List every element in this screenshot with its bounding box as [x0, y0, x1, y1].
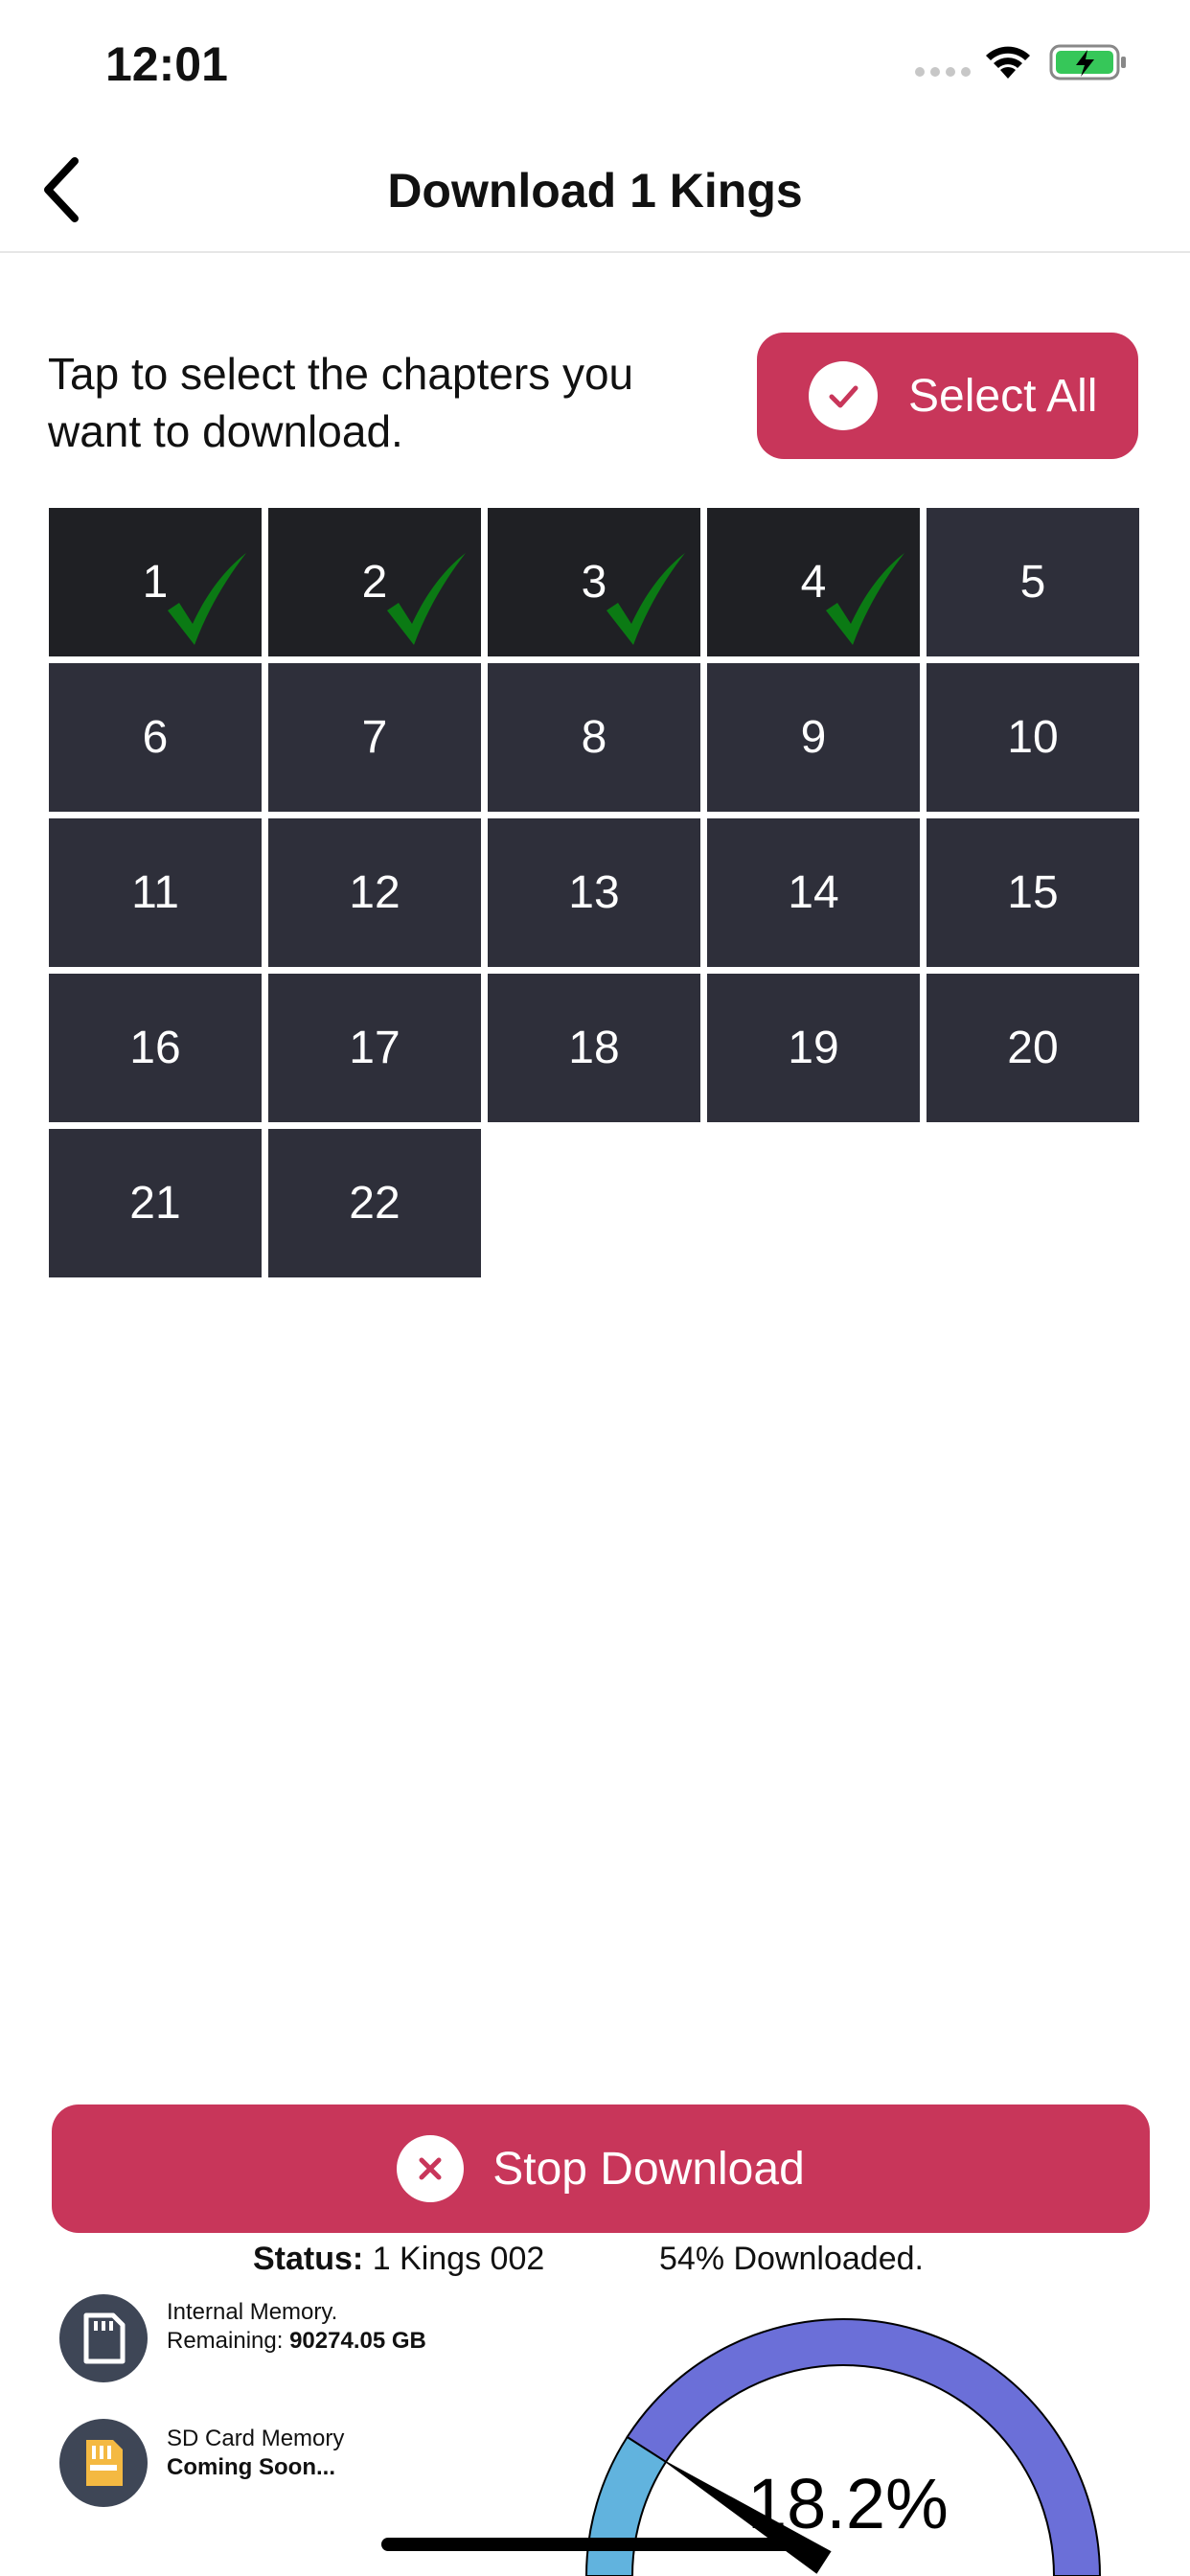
- chapter-cell[interactable]: 8: [488, 663, 700, 812]
- chapter-number: 8: [581, 712, 607, 763]
- home-indicator: [381, 2538, 809, 2551]
- chapter-cell[interactable]: 10: [927, 663, 1139, 812]
- check-circle-icon: [809, 361, 878, 430]
- chapter-cell[interactable]: 16: [49, 974, 262, 1122]
- close-circle-icon: [397, 2135, 465, 2202]
- chapter-number: 17: [349, 1023, 400, 1073]
- sd-card-yellow-icon: [59, 2419, 148, 2507]
- chapter-cell[interactable]: 2: [268, 508, 481, 656]
- gauge-value: 18.2%: [747, 2464, 949, 2543]
- chapter-number: 10: [1007, 712, 1059, 763]
- chapter-cell[interactable]: 18: [488, 974, 700, 1122]
- chapter-cell[interactable]: 12: [268, 818, 481, 967]
- instructions-text: Tap to select the chapters you want to d…: [48, 349, 634, 456]
- chapter-number: 7: [361, 712, 388, 763]
- chapter-number: 1: [142, 557, 169, 608]
- status-bar: 12:01: [0, 0, 1190, 125]
- internal-memory-row: Internal Memory. Remaining: 90274.05 GB: [59, 2294, 426, 2382]
- chapter-number: 11: [131, 867, 179, 918]
- chapter-number: 5: [1019, 557, 1046, 608]
- chapter-number: 22: [349, 1178, 400, 1229]
- chapter-number: 6: [142, 712, 169, 763]
- chapter-number: 3: [581, 557, 607, 608]
- chapter-number: 20: [1007, 1023, 1059, 1073]
- cellular-signal-icon: [915, 67, 971, 77]
- chapter-number: 13: [568, 867, 620, 918]
- chapter-cell[interactable]: 4: [707, 508, 920, 656]
- status-prefix: Status:: [253, 2241, 364, 2277]
- chapter-number: 21: [129, 1178, 181, 1229]
- remaining-value: 90274.05 GB: [289, 2328, 426, 2354]
- select-all-label: Select All: [908, 370, 1098, 422]
- status-time: 12:01: [105, 37, 228, 91]
- internal-memory-label: Internal Memory.: [167, 2299, 338, 2325]
- page-title: Download 1 Kings: [387, 164, 803, 218]
- chapter-cell[interactable]: 13: [488, 818, 700, 967]
- checkmark-icon: [606, 553, 685, 645]
- download-percent: 54% Downloaded.: [659, 2241, 924, 2277]
- sd-card-icon: [59, 2294, 148, 2382]
- chapter-cell[interactable]: 3: [488, 508, 700, 656]
- checkmark-icon: [168, 553, 246, 645]
- chapter-number: 12: [349, 867, 400, 918]
- chapter-cell[interactable]: 9: [707, 663, 920, 812]
- status-value: 1 Kings 002: [372, 2241, 545, 2277]
- stop-download-button[interactable]: Stop Download: [52, 2104, 1150, 2233]
- chapter-cell[interactable]: 17: [268, 974, 481, 1122]
- chapter-cell[interactable]: 1: [49, 508, 262, 656]
- sd-memory-row: SD Card Memory Coming Soon...: [59, 2419, 344, 2507]
- chapter-cell[interactable]: 21: [49, 1129, 262, 1277]
- chapter-cell[interactable]: 6: [49, 663, 262, 812]
- select-all-button[interactable]: Select All: [757, 333, 1138, 459]
- remaining-label: Remaining:: [167, 2328, 284, 2354]
- chapter-number: 2: [361, 557, 388, 608]
- download-status: Status: 1 Kings 002: [253, 2241, 544, 2278]
- chapter-cell[interactable]: 19: [707, 974, 920, 1122]
- battery-charging-icon: [1049, 44, 1126, 80]
- sd-memory-text: SD Card Memory Coming Soon...: [167, 2425, 512, 2482]
- chapter-cell[interactable]: 22: [268, 1129, 481, 1277]
- internal-memory-text: Internal Memory. Remaining: 90274.05 GB: [167, 2298, 512, 2356]
- gauge-arc-low: [584, 2435, 668, 2576]
- chapter-number: 19: [788, 1023, 839, 1073]
- chapter-cell[interactable]: 7: [268, 663, 481, 812]
- sd-memory-label: SD Card Memory: [167, 2426, 345, 2451]
- chapter-cell[interactable]: 14: [707, 818, 920, 967]
- stop-download-label: Stop Download: [492, 2143, 805, 2195]
- chapter-number: 4: [800, 557, 827, 608]
- checkmark-icon: [387, 553, 466, 645]
- chapter-number: 18: [568, 1023, 620, 1073]
- chapter-number: 9: [800, 712, 827, 763]
- navigation-bar: Download 1 Kings: [0, 125, 1190, 253]
- chapter-cell[interactable]: 15: [927, 818, 1139, 967]
- chapter-cell[interactable]: 11: [49, 818, 262, 967]
- checkmark-icon: [826, 553, 904, 645]
- chapter-number: 16: [129, 1023, 181, 1073]
- chapter-cell[interactable]: 5: [927, 508, 1139, 656]
- chapter-number: 14: [788, 867, 839, 918]
- sd-memory-status: Coming Soon...: [167, 2454, 335, 2480]
- chapter-cell[interactable]: 20: [927, 974, 1139, 1122]
- chapter-number: 15: [1007, 867, 1059, 918]
- wifi-icon: [986, 46, 1030, 79]
